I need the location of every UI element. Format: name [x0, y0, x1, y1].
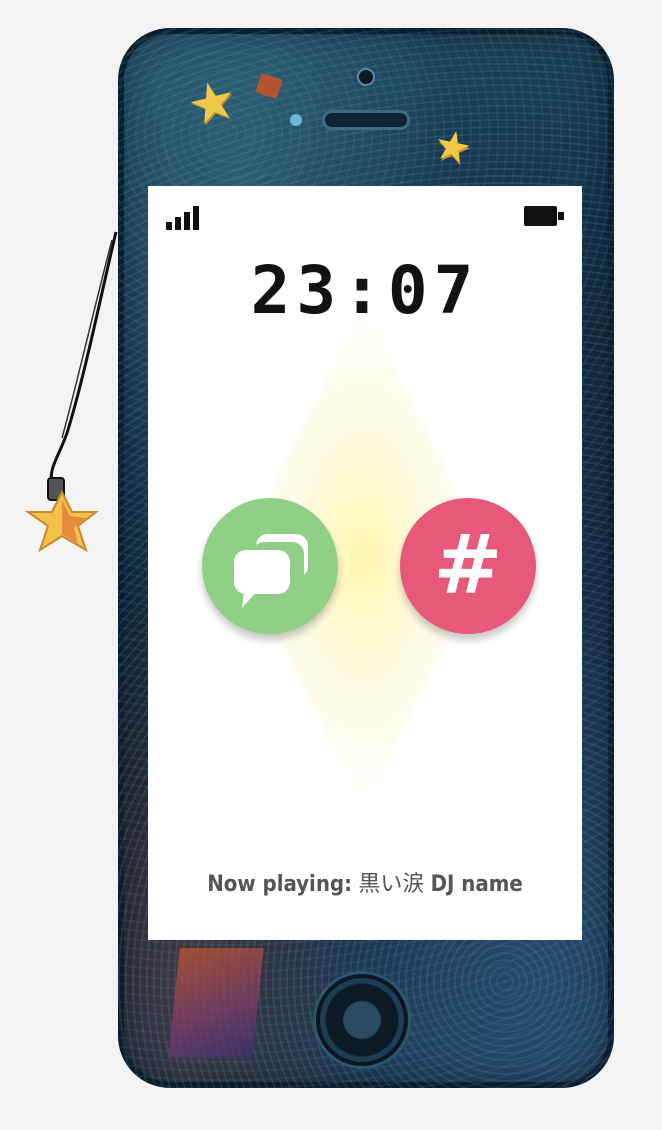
earpiece-speaker — [322, 110, 410, 130]
game-stage: ★ ★ 23:07 # Now playing: 黒い涙 DJ name — [0, 0, 662, 1130]
signal-bars-icon — [166, 206, 202, 230]
front-camera — [357, 68, 375, 86]
strap-cord-inner — [61, 239, 113, 439]
phone-screen: 23:07 # Now playing: 黒い涙 DJ name — [148, 186, 582, 940]
chat-bubbles-icon — [234, 534, 308, 608]
home-button[interactable] — [316, 974, 408, 1066]
now-playing-bar: Now playing: 黒い涙 DJ name — [148, 866, 582, 898]
now-playing-artist: DJ name — [430, 872, 523, 897]
now-playing-label: Now playing: — [207, 872, 353, 897]
now-playing-title: 黒い涙 — [358, 872, 425, 897]
clock-time: 23:07 — [250, 252, 480, 329]
battery-full-icon — [524, 206, 564, 226]
sticker-decoration — [168, 948, 264, 1058]
hashtag-app-button[interactable]: # — [400, 498, 536, 634]
strap-cord — [49, 231, 118, 485]
sensor-dot — [290, 114, 302, 126]
hashtag-icon: # — [433, 518, 503, 613]
chat-app-button[interactable] — [202, 498, 338, 634]
